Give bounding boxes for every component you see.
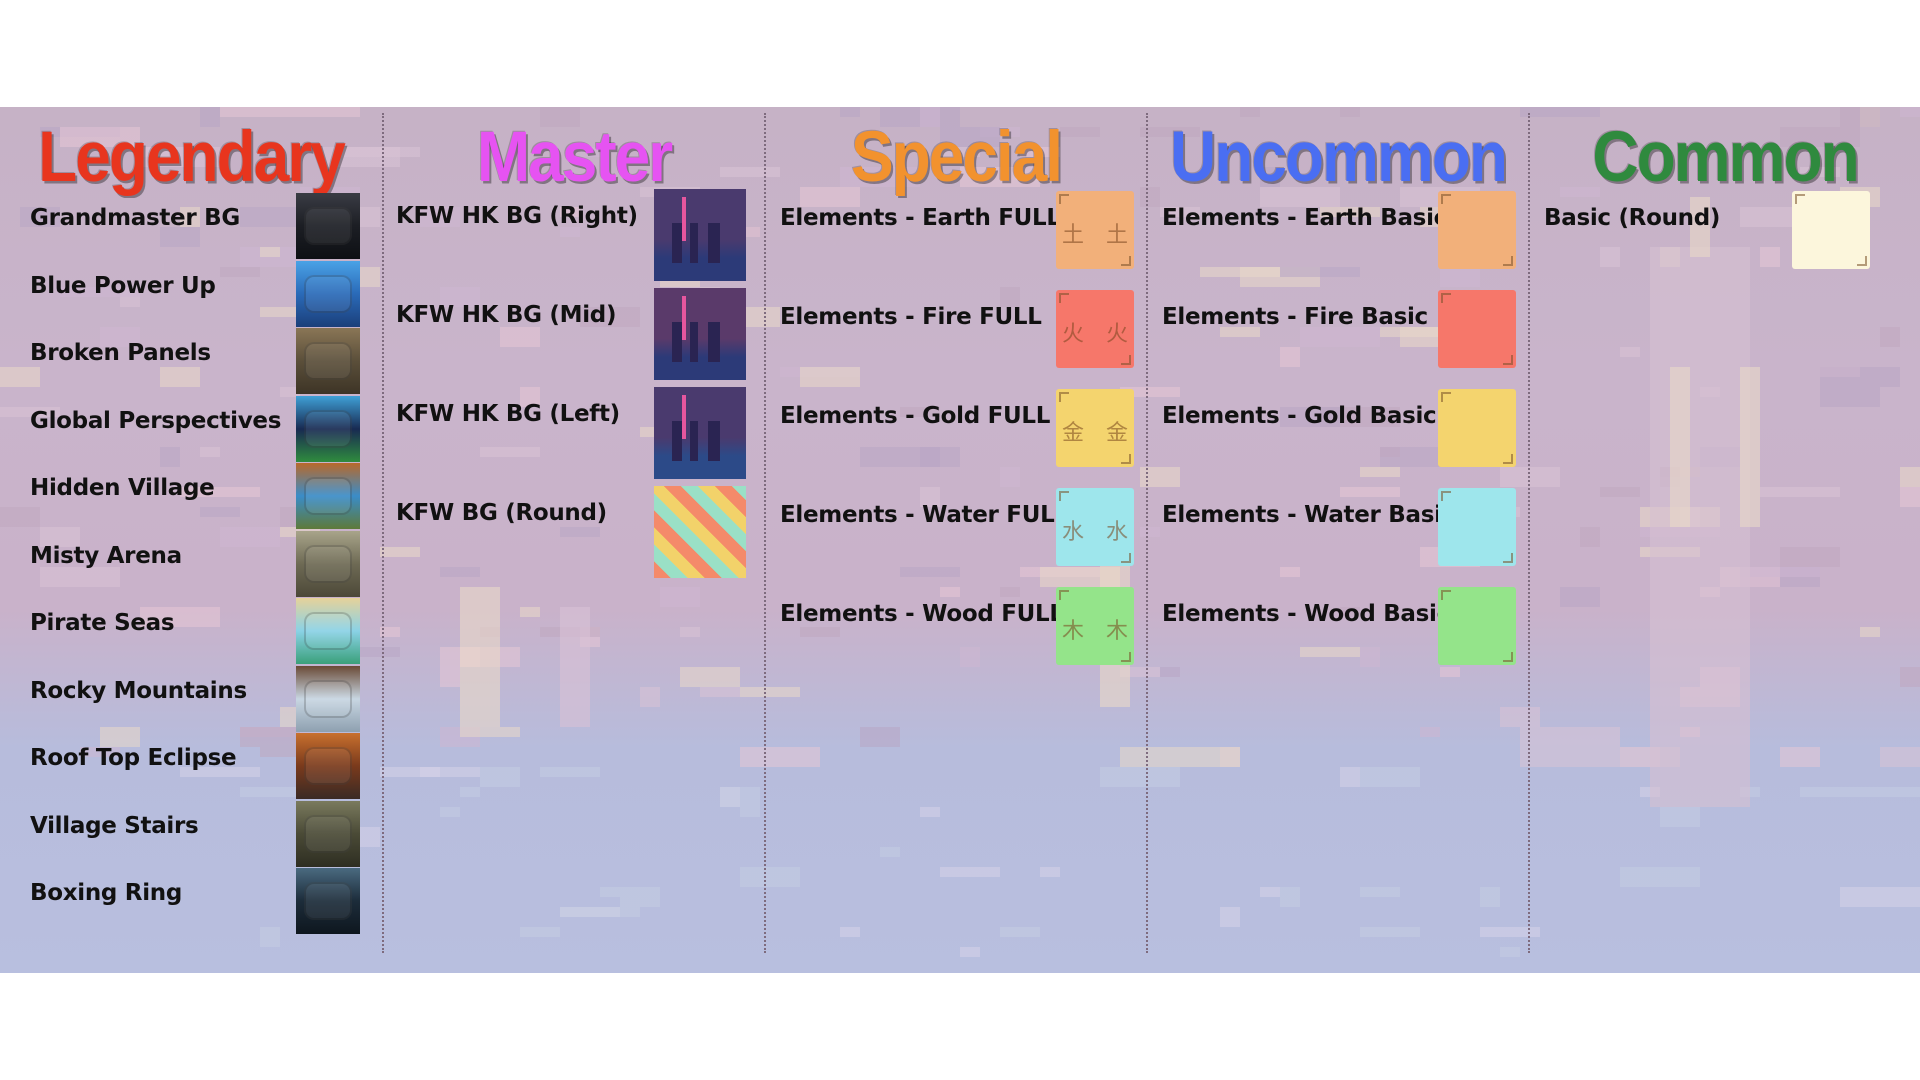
list-item-elements-fire-full[interactable]: Elements - Fire FULL 火火 (766, 290, 1146, 372)
background-thumbnail (654, 189, 746, 281)
column-legendary: Legendary Grandmaster BG Blue Power Up Bro… (0, 107, 382, 953)
item-label: Elements - Water FULL (780, 502, 1069, 528)
column-common: Common Basic (Round) (1530, 107, 1920, 953)
list-item-elements-wood-basic[interactable]: Elements - Wood Basic (1148, 587, 1528, 669)
element-swatch (1792, 191, 1870, 269)
item-label: Elements - Fire Basic (1162, 304, 1428, 330)
list-item-elements-gold-basic[interactable]: Elements - Gold Basic (1148, 389, 1528, 471)
item-label: Elements - Gold Basic (1162, 403, 1437, 429)
item-label: Hidden Village (30, 475, 215, 501)
background-thumbnail (654, 387, 746, 479)
element-swatch (1438, 191, 1516, 269)
element-glyph: 火 (1106, 322, 1129, 347)
background-thumbnail (654, 288, 746, 380)
list-item-elements-gold-full[interactable]: Elements - Gold FULL 金金 (766, 389, 1146, 471)
element-swatch (1438, 389, 1516, 467)
column-title-uncommon: Uncommon (1170, 116, 1508, 197)
item-label: Misty Arena (30, 542, 182, 569)
background-thumbnail (296, 733, 360, 799)
background-thumbnail (296, 598, 360, 664)
item-label: Grandmaster BG (30, 205, 240, 231)
column-title-special: Special (850, 116, 1063, 197)
list-item-elements-earth-basic[interactable]: Elements - Earth Basic (1148, 191, 1528, 273)
list-item-kfw-bg-round[interactable]: KFW BG (Round) (384, 486, 764, 578)
item-label: Elements - Wood FULL (780, 601, 1064, 627)
item-label: Elements - Gold FULL (780, 403, 1051, 429)
list-item-kfw-hk-bg-left[interactable]: KFW HK BG (Left) (384, 387, 764, 479)
element-glyph: 金 (1062, 421, 1085, 446)
element-swatch (1438, 488, 1516, 566)
item-label: Global Perspectives (30, 407, 282, 434)
element-swatch: 木木 (1056, 587, 1134, 665)
item-label: Elements - Earth FULL (780, 205, 1061, 231)
background-thumbnail (296, 260, 360, 327)
item-label: Boxing Ring (30, 880, 183, 906)
background-thumbnail (296, 193, 360, 259)
list-item-elements-water-basic[interactable]: Elements - Water Basic (1148, 488, 1528, 570)
column-master: Master KFW HK BG (Right) KFW HK BG (Mid) K… (384, 107, 764, 953)
item-label: Blue Power Up (30, 272, 216, 299)
item-label: Basic (Round) (1544, 205, 1721, 231)
item-label: Roof Top Eclipse (30, 745, 237, 771)
list-item-elements-fire-basic[interactable]: Elements - Fire Basic (1148, 290, 1528, 372)
column-special: Special Elements - Earth FULL 土土 Elements … (766, 107, 1146, 953)
item-label: KFW HK BG (Right) (396, 203, 638, 229)
background-thumbnail (296, 530, 360, 597)
element-glyph: 金 (1106, 421, 1129, 446)
column-title-legendary: Legendary (38, 116, 346, 197)
element-glyph: 水 (1062, 520, 1085, 545)
item-label: Pirate Seas (30, 610, 175, 636)
element-glyph: 土 (1106, 223, 1129, 248)
rarity-board: Legendary Grandmaster BG Blue Power Up Bro… (0, 107, 1920, 973)
background-thumbnail (654, 486, 746, 578)
list-item-elements-earth-full[interactable]: Elements - Earth FULL 土土 (766, 191, 1146, 273)
item-label: KFW BG (Round) (396, 500, 607, 526)
item-label: Village Stairs (30, 812, 199, 839)
background-thumbnail (296, 328, 360, 394)
item-label: Elements - Fire FULL (780, 304, 1042, 330)
list-item-kfw-hk-bg-right[interactable]: KFW HK BG (Right) (384, 189, 764, 281)
background-thumbnail (296, 395, 360, 462)
column-title-common: Common (1592, 116, 1859, 197)
element-swatch (1438, 290, 1516, 368)
element-glyph: 火 (1062, 322, 1085, 347)
background-thumbnail (296, 665, 360, 732)
background-thumbnail (296, 463, 360, 529)
item-label: Rocky Mountains (30, 677, 247, 704)
background-thumbnail (296, 868, 360, 934)
column-title-master: Master (476, 116, 673, 197)
item-label: KFW HK BG (Mid) (396, 302, 617, 328)
list-item-elements-water-full[interactable]: Elements - Water FULL 水水 (766, 488, 1146, 570)
item-label: Elements - Water Basic (1162, 502, 1456, 528)
item-label: Elements - Earth Basic (1162, 205, 1447, 231)
element-glyph: 土 (1062, 223, 1085, 248)
background-thumbnail (296, 800, 360, 867)
element-swatch: 土土 (1056, 191, 1134, 269)
column-uncommon: Uncommon Elements - Earth Basic Elements … (1148, 107, 1528, 953)
element-swatch: 火火 (1056, 290, 1134, 368)
item-label: KFW HK BG (Left) (396, 401, 620, 427)
item-label: Broken Panels (30, 340, 211, 366)
element-swatch: 水水 (1056, 488, 1134, 566)
item-label: Elements - Wood Basic (1162, 601, 1450, 627)
list-item-boxing-ring[interactable]: Boxing Ring (0, 868, 382, 948)
element-glyph: 木 (1062, 619, 1085, 644)
list-item-elements-wood-full[interactable]: Elements - Wood FULL 木木 (766, 587, 1146, 669)
element-glyph: 木 (1106, 619, 1129, 644)
element-glyph: 水 (1106, 520, 1129, 545)
element-swatch (1438, 587, 1516, 665)
list-item-kfw-hk-bg-mid[interactable]: KFW HK BG (Mid) (384, 288, 764, 380)
element-swatch: 金金 (1056, 389, 1134, 467)
list-item-basic-round[interactable]: Basic (Round) (1530, 191, 1920, 273)
